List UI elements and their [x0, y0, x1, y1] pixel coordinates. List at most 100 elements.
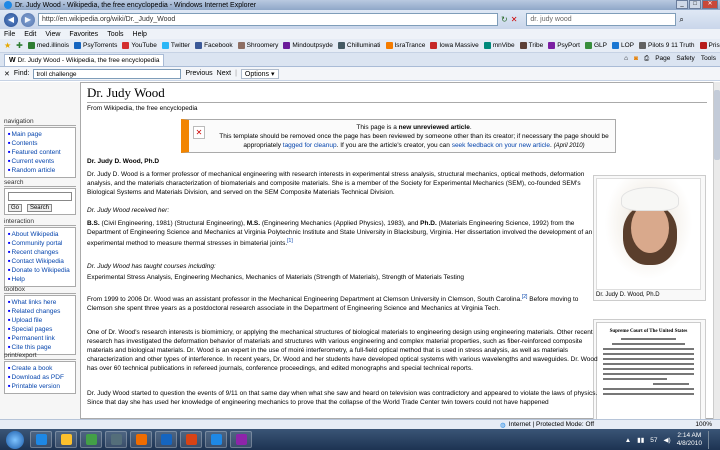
- tray-arrow-icon[interactable]: ▲: [625, 437, 631, 444]
- forward-button[interactable]: ▶: [21, 12, 35, 27]
- favorite-item[interactable]: GLP: [584, 42, 607, 49]
- find-input[interactable]: troll challenge: [33, 68, 182, 79]
- volume-icon[interactable]: ◀): [664, 436, 671, 444]
- find-separator: |: [235, 70, 237, 77]
- sidebar-interaction-link[interactable]: Donate to Wikipedia: [8, 266, 72, 275]
- find-next-button[interactable]: Next: [217, 70, 231, 77]
- photo-thumbnail[interactable]: Dr. Judy D. Wood, Ph.D: [593, 175, 706, 301]
- minimize-button[interactable]: _: [676, 0, 688, 9]
- add-favorite-icon[interactable]: ✚: [16, 41, 23, 50]
- court-document-image[interactable]: Supreme Court of The United States: [596, 322, 701, 419]
- favorite-item[interactable]: YouTube: [122, 42, 157, 49]
- favorite-item[interactable]: Mindoutpsyde: [283, 42, 333, 49]
- close-button[interactable]: ✕: [702, 0, 718, 9]
- menu-favorites[interactable]: Favorites: [69, 31, 98, 38]
- sidebar-toolbox-link[interactable]: Special pages: [8, 325, 72, 334]
- favorite-item[interactable]: PsyPort: [548, 42, 580, 49]
- taskbar-app-button[interactable]: [105, 431, 127, 448]
- feeds-icon[interactable]: ◙: [634, 55, 638, 63]
- sidebar-navigation-link[interactable]: Random article: [8, 166, 72, 175]
- taskbar-firefox-button[interactable]: [130, 431, 152, 448]
- favorites-star-icon[interactable]: ★: [4, 41, 11, 50]
- sidebar-toolbox-link[interactable]: Related changes: [8, 307, 72, 316]
- print-icon[interactable]: ⎙: [644, 55, 649, 63]
- taskbar-folder-button[interactable]: [55, 431, 77, 448]
- favorite-item[interactable]: PsyTorrents: [74, 42, 117, 49]
- sidebar-interaction-link[interactable]: About Wikipedia: [8, 230, 72, 239]
- page-menu[interactable]: Page: [655, 55, 670, 63]
- taskbar-paint-button[interactable]: [230, 431, 252, 448]
- show-desktop-button[interactable]: [708, 431, 716, 449]
- title-bar: Dr. Judy Wood - Wikipedia, the free ency…: [0, 0, 720, 10]
- vertical-scrollbar[interactable]: [713, 82, 720, 419]
- taskbar-word-button[interactable]: [155, 431, 177, 448]
- taskbar-media-button[interactable]: [80, 431, 102, 448]
- sidebar-print-link[interactable]: Printable version: [8, 382, 72, 391]
- sidebar-navigation-link[interactable]: Current events: [8, 157, 72, 166]
- portlet-search: search Go Search: [4, 179, 76, 215]
- sidebar-interaction-link[interactable]: Community portal: [8, 239, 72, 248]
- portrait-image[interactable]: [596, 178, 701, 290]
- back-button[interactable]: ◀: [4, 12, 18, 27]
- favorite-item[interactable]: LOP: [611, 42, 634, 49]
- sidebar-navigation-link[interactable]: Main page: [8, 130, 72, 139]
- menu-view[interactable]: View: [45, 31, 60, 38]
- search-input[interactable]: dr. judy wood: [526, 13, 677, 26]
- refresh-button[interactable]: ↻: [501, 15, 508, 24]
- sidebar-toolbox-link[interactable]: Cite this page: [8, 343, 72, 352]
- clock[interactable]: 2:14 AM 4/8/2010: [677, 432, 702, 448]
- menu-edit[interactable]: Edit: [24, 31, 36, 38]
- favorite-item[interactable]: Twitter: [161, 42, 190, 49]
- document-thumbnail[interactable]: Supreme Court of The United States: [593, 319, 706, 419]
- search-button[interactable]: Search: [26, 204, 52, 212]
- sidebar-print-link[interactable]: Create a book: [8, 364, 72, 373]
- favorite-item[interactable]: med.illinois: [27, 42, 69, 49]
- home-icon[interactable]: ⌂: [624, 55, 628, 63]
- favorite-item[interactable]: Iowa Massive: [430, 42, 479, 49]
- safety-menu[interactable]: Safety: [676, 55, 694, 63]
- sidebar-print-link[interactable]: Download as PDF: [8, 373, 72, 382]
- taskbar-powerpoint-button[interactable]: [180, 431, 202, 448]
- favorite-item[interactable]: IsraTrance: [385, 42, 425, 49]
- sidebar-interaction-link[interactable]: Contact Wikipedia: [8, 257, 72, 266]
- sidebar-interaction-link[interactable]: Help: [8, 275, 72, 284]
- favorite-item[interactable]: mnVibe: [483, 42, 515, 49]
- network-icon[interactable]: ▮▮: [637, 436, 644, 444]
- favorite-item[interactable]: Facebook: [195, 42, 233, 49]
- taskbar-ie-button[interactable]: [30, 431, 52, 448]
- tab-current[interactable]: W Dr. Judy Wood - Wikipedia, the free en…: [4, 53, 165, 66]
- stop-button[interactable]: ✕: [511, 15, 518, 24]
- favorite-item[interactable]: Shroomery: [237, 42, 278, 49]
- seek-feedback-link[interactable]: seek feedback on your new article: [452, 142, 550, 149]
- start-button[interactable]: [6, 430, 24, 449]
- menu-tools[interactable]: Tools: [107, 31, 123, 38]
- sidebar-interaction-link[interactable]: Recent changes: [8, 248, 72, 257]
- favorite-item[interactable]: PrisonPlanet: [699, 42, 720, 49]
- url-input[interactable]: http://en.wikipedia.org/wiki/Dr._Judy_Wo…: [38, 13, 498, 26]
- find-previous-button[interactable]: Previous: [185, 70, 212, 77]
- maximize-button[interactable]: □: [689, 0, 701, 9]
- sidebar-navigation-link[interactable]: Featured content: [8, 148, 72, 157]
- find-options-button[interactable]: Options ▾: [240, 68, 279, 79]
- sidebar-toolbox-link[interactable]: What links here: [8, 298, 72, 307]
- find-close-icon[interactable]: ✕: [4, 70, 10, 78]
- sidebar-toolbox-link[interactable]: Permanent link: [8, 334, 72, 343]
- tools-menu[interactable]: Tools: [701, 55, 716, 63]
- favorite-item[interactable]: Chilluminati: [337, 42, 381, 49]
- taskbar-explorer-button[interactable]: [205, 431, 227, 448]
- scrollbar-thumb[interactable]: [714, 90, 720, 160]
- favorite-item[interactable]: Tribe: [519, 42, 543, 49]
- zoom-level[interactable]: 100%: [695, 421, 712, 428]
- search-icon[interactable]: ⌕: [679, 15, 683, 25]
- sidebar-search-input[interactable]: [8, 192, 72, 201]
- menu-help[interactable]: Help: [133, 31, 147, 38]
- address-bar: ◀ ▶ http://en.wikipedia.org/wiki/Dr._Jud…: [0, 10, 720, 29]
- sidebar-navigation-link[interactable]: Contents: [8, 139, 72, 148]
- tagged-cleanup-link[interactable]: tagged for cleanup: [283, 142, 337, 149]
- go-button[interactable]: Go: [8, 204, 23, 212]
- favorite-item[interactable]: Pilots 9 11 Truth: [639, 42, 695, 49]
- clock-time: 2:14 AM: [677, 432, 702, 439]
- sidebar-toolbox-link[interactable]: Upload file: [8, 316, 72, 325]
- reference-1[interactable]: [1]: [287, 238, 293, 244]
- menu-file[interactable]: File: [4, 31, 15, 38]
